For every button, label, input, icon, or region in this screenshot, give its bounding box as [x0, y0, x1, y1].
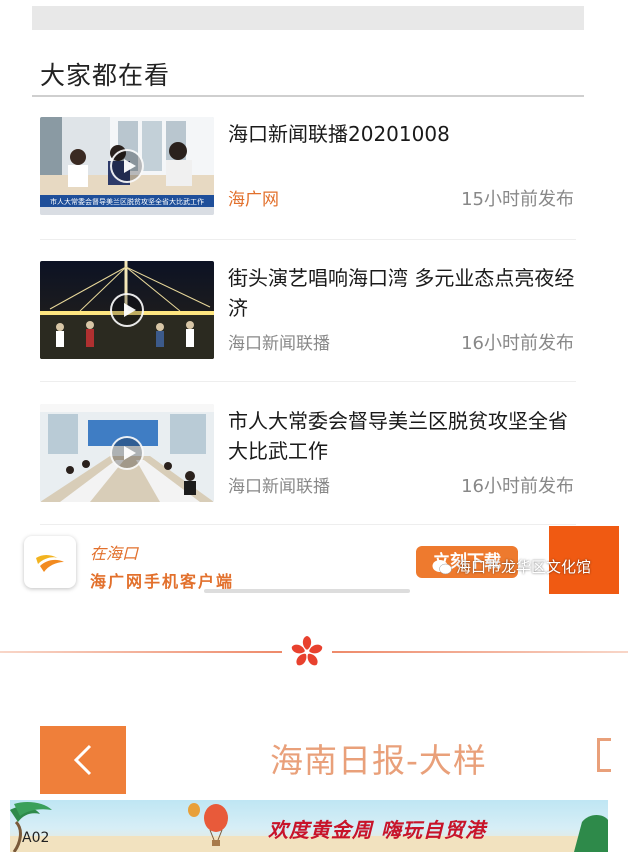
news-time: 15小时前发布: [461, 189, 574, 210]
chevron-left-icon: [73, 744, 92, 776]
play-icon[interactable]: [110, 293, 144, 327]
play-icon[interactable]: [110, 149, 144, 183]
play-icon[interactable]: [110, 436, 144, 470]
news-item[interactable]: 街头演艺唱响海口湾 多元业态点亮夜经济 海口新闻联播 16小时前发布: [40, 261, 576, 381]
app-download-banner[interactable]: 在海口 海广网手机客户端 立刻下载 海口市龙华区文化馆: [24, 526, 620, 594]
page-label: A02: [22, 830, 50, 846]
decorative-rule: [0, 651, 282, 653]
decorative-rule: [332, 651, 628, 653]
section-title: 大家都在看: [40, 61, 171, 90]
wechat-icon: [432, 560, 452, 575]
news-thumbnail[interactable]: [40, 261, 214, 359]
ad-banner[interactable]: 欢度黄金周 嗨玩自贸港 A02: [10, 800, 608, 852]
item-divider: [40, 524, 576, 525]
news-time: 16小时前发布: [461, 333, 574, 354]
news-source: 海口新闻联播: [228, 334, 330, 354]
next-page-peek[interactable]: [597, 738, 611, 772]
section-divider: [32, 95, 584, 97]
news-thumbnail[interactable]: [40, 404, 214, 502]
ad-slogan: 欢度黄金周 嗨玩自贸港: [268, 818, 486, 842]
item-divider: [40, 239, 576, 240]
app-slogan: 在海口: [90, 544, 139, 563]
back-button[interactable]: [40, 726, 126, 794]
news-time: 16小时前发布: [461, 476, 574, 497]
bauhinia-flower-icon: [291, 636, 323, 666]
news-title[interactable]: 海口新闻联播20201008: [228, 119, 578, 149]
news-thumbnail[interactable]: 市人大常委会督导美兰区脱贫攻坚全省大比武工作: [40, 117, 214, 215]
scroll-indicator: [204, 589, 410, 593]
watermark-text: 海口市龙华区文化馆: [456, 558, 592, 576]
newspaper-title: 海南日报-大样: [270, 741, 487, 780]
thumb-caption: 市人大常委会督导美兰区脱贫攻坚全省大比武工作: [50, 197, 204, 206]
top-placeholder-bar: [32, 6, 584, 30]
item-divider: [40, 381, 576, 382]
news-item[interactable]: 市人大常委会督导美兰区脱贫攻坚全省大比武工作 海口新闻联播20201008 海广…: [40, 117, 576, 237]
news-source: 海广网: [228, 190, 279, 210]
news-title[interactable]: 街头演艺唱响海口湾 多元业态点亮夜经济: [228, 263, 578, 323]
app-logo-icon[interactable]: [24, 536, 76, 588]
news-item[interactable]: 市人大常委会督导美兰区脱贫攻坚全省大比武工作 海口新闻联播 16小时前发布: [40, 404, 576, 524]
watermark: 海口市龙华区文化馆: [432, 556, 591, 578]
news-source: 海口新闻联播: [228, 477, 330, 497]
newspaper-nav: 海南日报-大样: [0, 724, 628, 794]
news-title[interactable]: 市人大常委会督导美兰区脱贫攻坚全省大比武工作: [228, 406, 578, 466]
